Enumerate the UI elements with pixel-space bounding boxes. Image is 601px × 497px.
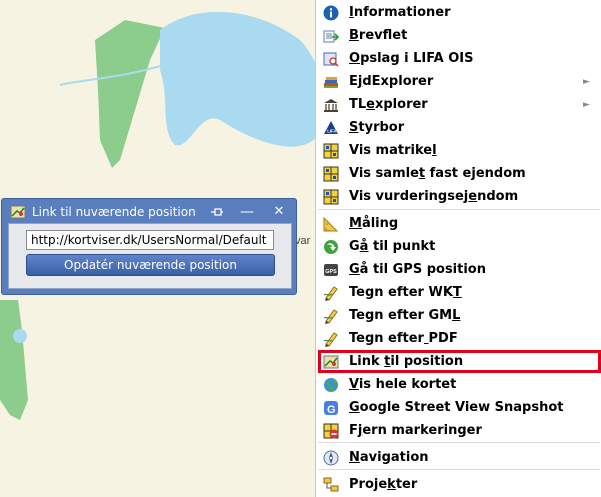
menu-item-label: Vis hele kortet [349, 377, 457, 392]
remove-markers-icon [323, 423, 339, 439]
globe-icon [323, 377, 339, 393]
menu-item-opslag-i-lifa-ois[interactable]: Opslag i LIFA OIS [316, 48, 601, 70]
cadastre-icon [323, 143, 339, 159]
menu-item-label: Gå til GPS position [349, 262, 486, 277]
building-icon [323, 97, 339, 113]
menu-item-vis-hele-kortet[interactable]: Vis hele kortet [316, 374, 601, 396]
menu-item-vis-matrikel[interactable]: Vis matrikel [316, 140, 601, 162]
map-label-fragment: var [295, 235, 311, 247]
menu-item-måling[interactable]: Måling [316, 213, 601, 235]
popup-body: Opdatér nuværende position [8, 223, 292, 289]
menu-item-brevflet[interactable]: Brevflet [316, 25, 601, 47]
menu-item-label: Måling [349, 216, 399, 231]
cadastre-icon [323, 166, 339, 182]
lookup-icon [323, 51, 339, 67]
menu-item-projekter[interactable]: Projekter [316, 474, 601, 496]
context-menu: Informationer Brevflet Opslag i LIFA OIS Ej… [315, 0, 601, 497]
link-map-icon [10, 205, 26, 219]
menu-item-label: Gå til punkt [349, 239, 436, 254]
menu-item-styrbor[interactable]: LIFA Styrbor [316, 117, 601, 139]
menu-item-label: Vis vurderingsejendom [349, 189, 519, 204]
menu-item-navigation[interactable]: Navigation [316, 447, 601, 469]
lifa-icon: LIFA [323, 120, 339, 136]
menu-item-label: Fjern markeringer [349, 423, 482, 438]
menu-item-label: EjdExplorer [349, 74, 434, 89]
popup-titlebar[interactable]: Link til nuværende position — ✕ [8, 203, 292, 221]
menu-item-label: Navigation [349, 450, 429, 465]
compass-icon [323, 450, 339, 466]
highlight-box [318, 350, 601, 373]
svg-text:GPS: GPS [325, 269, 337, 275]
link-position-popup: Link til nuværende position — ✕ Opdatér … [1, 198, 297, 295]
menu-separator [318, 442, 600, 443]
menu-item-tegn-efter-pdf[interactable]: Tegn efter PDF [316, 328, 601, 350]
pond [13, 329, 27, 343]
menu-item-label: Google Street View Snapshot [349, 400, 564, 415]
position-url-field[interactable] [26, 230, 274, 250]
menu-item-label: Tegn efter WKT [349, 285, 462, 300]
pin-icon[interactable] [210, 203, 224, 221]
update-position-button[interactable]: Opdatér nuværende position [26, 254, 275, 276]
goto-arrow-icon [323, 239, 339, 255]
close-button[interactable]: ✕ [272, 203, 286, 221]
menu-item-tlexplorer[interactable]: TLexplorer ► [316, 94, 601, 116]
pencil-icon [323, 285, 339, 301]
menu-item-tegn-efter-gml[interactable]: Tegn efter GML [316, 305, 601, 327]
menu-item-google-street-view-snapshot[interactable]: G Google Street View Snapshot [316, 397, 601, 419]
submenu-arrow-icon: ► [583, 77, 590, 87]
ruler-icon [323, 216, 339, 232]
popup-title: Link til nuværende position [32, 205, 196, 219]
minimize-button[interactable]: — [240, 203, 254, 221]
menu-item-label: Projekter [349, 477, 418, 492]
menu-item-label: Vis samlet fast ejendom [349, 166, 526, 181]
books-icon [323, 74, 339, 90]
menu-item-tegn-efter-wkt[interactable]: Tegn efter WKT [316, 282, 601, 304]
menu-item-label: Tegn efter GML [349, 308, 461, 323]
pencil-icon [323, 331, 339, 347]
menu-item-gå-til-gps-position[interactable]: GPS Gå til GPS position [316, 259, 601, 281]
menu-item-label: Vis matrikel [349, 143, 437, 158]
menu-item-ejdexplorer[interactable]: EjdExplorer ► [316, 71, 601, 93]
menu-item-label: Opslag i LIFA OIS [349, 51, 474, 66]
svg-text:LIFA: LIFA [327, 129, 336, 134]
menu-item-vis-vurderingsejendom[interactable]: Vis vurderingsejendom [316, 186, 601, 208]
menu-item-fjern-markeringer[interactable]: Fjern markeringer [316, 420, 601, 442]
google-icon: G [323, 400, 339, 416]
pencil-icon [323, 308, 339, 324]
svg-text:G: G [327, 404, 336, 416]
menu-item-vis-samlet-fast-ejendom[interactable]: Vis samlet fast ejendom [316, 163, 601, 185]
menu-item-label: Tegn efter PDF [349, 331, 458, 346]
menu-item-informationer[interactable]: Informationer [316, 2, 601, 24]
gps-icon: GPS [323, 262, 339, 278]
submenu-arrow-icon: ► [583, 100, 590, 110]
menu-item-gå-til-punkt[interactable]: Gå til punkt [316, 236, 601, 258]
menu-item-label: Brevflet [349, 28, 408, 43]
menu-separator [318, 209, 600, 210]
cadastre-icon [323, 189, 339, 205]
projects-icon [323, 477, 339, 493]
menu-separator [318, 469, 600, 470]
menu-item-label: Styrbor [349, 120, 405, 135]
info-icon [323, 5, 339, 21]
menu-item-label: TLexplorer [349, 97, 428, 112]
mail-merge-icon [323, 28, 340, 44]
menu-item-label: Informationer [349, 5, 451, 20]
